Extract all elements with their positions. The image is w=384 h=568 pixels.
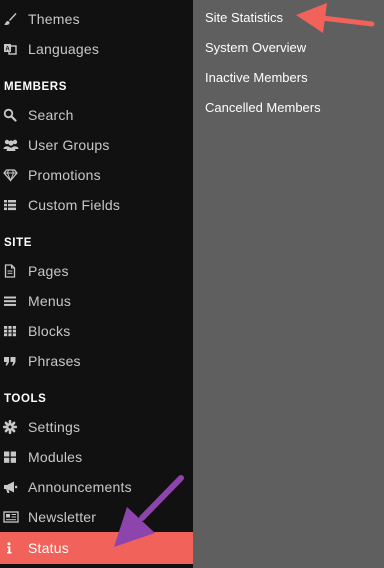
submenu-item-cancelled-members[interactable]: Cancelled Members	[205, 100, 321, 115]
sidebar-item-label: Promotions	[28, 167, 101, 183]
status-submenu	[193, 0, 384, 568]
search-icon	[0, 108, 28, 122]
gear-icon	[0, 420, 28, 434]
sidebar-item-label: Status	[28, 540, 69, 556]
sidebar-item-announcements[interactable]: Announcements	[0, 472, 193, 502]
sidebar-item-search[interactable]: Search	[0, 100, 193, 130]
info-icon	[0, 541, 28, 555]
section-header-tools: TOOLS	[4, 393, 47, 405]
sidebar-item-languages[interactable]: A Languages	[0, 34, 193, 64]
sidebar-item-promotions[interactable]: Promotions	[0, 160, 193, 190]
section-header-site: SITE	[4, 237, 32, 249]
sidebar-item-label: Pages	[28, 263, 69, 279]
sidebar-item-label: Announcements	[28, 479, 132, 495]
sidebar-item-user-groups[interactable]: User Groups	[0, 130, 193, 160]
sidebar-item-newsletter[interactable]: Newsletter	[0, 502, 193, 532]
sidebar-item-label: Blocks	[28, 323, 71, 339]
sidebar-item-menus[interactable]: Menus	[0, 286, 193, 316]
sidebar-item-label: Modules	[28, 449, 83, 465]
sidebar-item-label: Custom Fields	[28, 197, 121, 213]
submenu-item-system-overview[interactable]: System Overview	[205, 40, 306, 55]
sidebar-item-label: User Groups	[28, 137, 110, 153]
sidebar-item-status[interactable]: Status	[0, 532, 193, 564]
admin-sidebar: Themes A Languages MEMBERS Search User G…	[0, 0, 193, 568]
section-header-members: MEMBERS	[4, 81, 67, 93]
sidebar-item-label: Search	[28, 107, 74, 123]
sidebar-item-label: Themes	[28, 11, 80, 27]
sidebar-item-blocks[interactable]: Blocks	[0, 316, 193, 346]
sidebar-item-settings[interactable]: Settings	[0, 412, 193, 442]
page-icon	[0, 264, 28, 278]
modules-icon	[0, 450, 28, 464]
sidebar-item-label: Settings	[28, 419, 81, 435]
svg-text:A: A	[5, 47, 10, 53]
sidebar-item-label: Newsletter	[28, 509, 97, 525]
sidebar-item-label: Languages	[28, 41, 100, 57]
sidebar-item-label: Menus	[28, 293, 72, 309]
sidebar-item-custom-fields[interactable]: Custom Fields	[0, 190, 193, 220]
list-icon	[0, 198, 28, 212]
newspaper-icon	[0, 510, 28, 524]
submenu-item-site-statistics[interactable]: Site Statistics	[205, 10, 283, 25]
quote-icon	[0, 354, 28, 368]
sidebar-item-modules[interactable]: Modules	[0, 442, 193, 472]
sidebar-item-themes[interactable]: Themes	[0, 4, 193, 34]
menu-icon	[0, 294, 28, 308]
brush-icon	[0, 12, 28, 26]
languages-icon: A	[0, 42, 28, 56]
megaphone-icon	[0, 480, 28, 494]
users-icon	[0, 138, 28, 152]
diamond-icon	[0, 168, 28, 182]
grid-icon	[0, 324, 28, 338]
submenu-item-inactive-members[interactable]: Inactive Members	[205, 70, 308, 85]
sidebar-item-pages[interactable]: Pages	[0, 256, 193, 286]
sidebar-item-label: Phrases	[28, 353, 81, 369]
sidebar-item-phrases[interactable]: Phrases	[0, 346, 193, 376]
